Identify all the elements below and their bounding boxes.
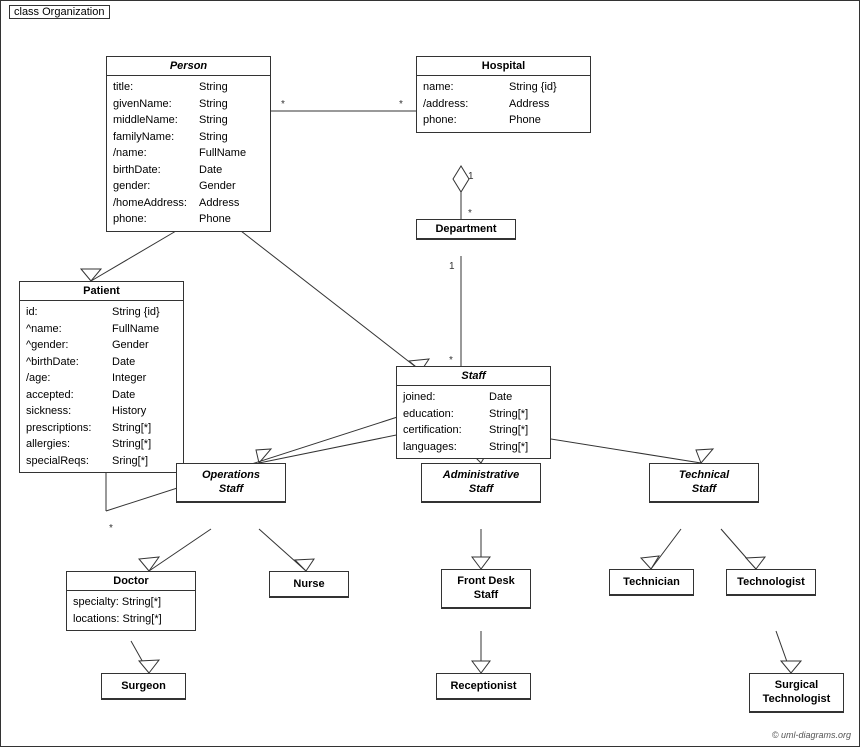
department-header: Department	[417, 220, 515, 239]
class-technologist: Technologist	[726, 569, 816, 596]
patient-body: id:String {id} ^name:FullName ^gender:Ge…	[20, 301, 183, 472]
person-header: Person	[107, 57, 270, 76]
class-department: Department	[416, 219, 516, 240]
svg-text:*: *	[449, 355, 453, 366]
technician-header: Technician	[610, 570, 693, 595]
hospital-body: name:String {id} /address:Address phone:…	[417, 76, 590, 132]
class-operations-staff: OperationsStaff	[176, 463, 286, 503]
technical-staff-header: TechnicalStaff	[650, 464, 758, 502]
class-surgical-technologist: SurgicalTechnologist	[749, 673, 844, 713]
class-patient: Patient id:String {id} ^name:FullName ^g…	[19, 281, 184, 473]
administrative-staff-header: AdministrativeStaff	[422, 464, 540, 502]
surgeon-header: Surgeon	[102, 674, 185, 699]
class-receptionist: Receptionist	[436, 673, 531, 700]
svg-text:1: 1	[449, 261, 455, 272]
doctor-body: specialty: String[*] locations: String[*…	[67, 591, 195, 630]
staff-body: joined:Date education:String[*] certific…	[397, 386, 550, 458]
copyright: © uml-diagrams.org	[772, 730, 851, 740]
technologist-header: Technologist	[727, 570, 815, 595]
class-administrative-staff: AdministrativeStaff	[421, 463, 541, 503]
class-doctor: Doctor specialty: String[*] locations: S…	[66, 571, 196, 631]
surgical-technologist-header: SurgicalTechnologist	[750, 674, 843, 712]
front-desk-staff-header: Front DeskStaff	[442, 570, 530, 608]
diagram-container: class Organization 1 * 1 * * *	[0, 0, 860, 747]
diagram-title: class Organization	[9, 5, 110, 19]
class-technician: Technician	[609, 569, 694, 596]
nurse-header: Nurse	[270, 572, 348, 597]
svg-text:*: *	[281, 99, 285, 110]
operations-staff-header: OperationsStaff	[177, 464, 285, 502]
staff-header: Staff	[397, 367, 550, 386]
person-body: title:String givenName:String middleName…	[107, 76, 270, 231]
class-nurse: Nurse	[269, 571, 349, 598]
receptionist-header: Receptionist	[437, 674, 530, 699]
svg-text:*: *	[109, 523, 113, 534]
patient-header: Patient	[20, 282, 183, 301]
svg-text:1: 1	[468, 171, 474, 182]
class-front-desk-staff: Front DeskStaff	[441, 569, 531, 609]
class-person: Person title:String givenName:String mid…	[106, 56, 271, 232]
class-surgeon: Surgeon	[101, 673, 186, 700]
doctor-header: Doctor	[67, 572, 195, 591]
svg-text:*: *	[468, 208, 472, 219]
hospital-header: Hospital	[417, 57, 590, 76]
class-technical-staff: TechnicalStaff	[649, 463, 759, 503]
svg-text:*: *	[399, 99, 403, 110]
class-staff: Staff joined:Date education:String[*] ce…	[396, 366, 551, 459]
class-hospital: Hospital name:String {id} /address:Addre…	[416, 56, 591, 133]
